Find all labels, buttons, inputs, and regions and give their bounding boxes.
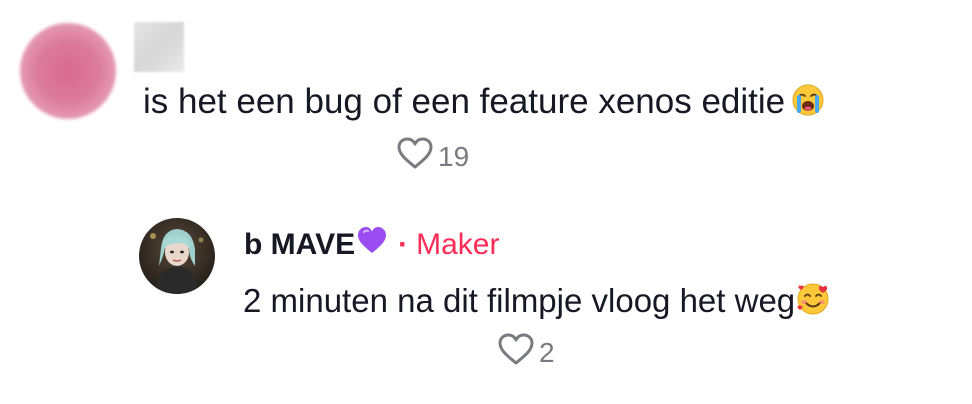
reply-body: 2 minuten na dit filmpje vloog het weg (243, 280, 831, 326)
heart-outline-icon[interactable] (497, 332, 535, 373)
purple-heart-icon (356, 225, 388, 265)
loudly-crying-face-icon (791, 83, 825, 128)
comment-like-count: 19 (438, 140, 470, 172)
reply-like-count: 2 (539, 336, 555, 368)
commenter-avatar[interactable] (20, 23, 116, 119)
comment-text: is het een bug of een feature xenos edit… (143, 82, 786, 121)
reply-text: 2 minuten na dit filmpje vloog het weg (243, 282, 796, 319)
reply-username[interactable]: b MAVE (244, 226, 355, 264)
comment-body: is het een bug of een feature xenos edit… (143, 80, 825, 128)
smiling-face-with-hearts-icon (795, 280, 831, 326)
comment-like-control[interactable]: 19 (396, 136, 469, 177)
heart-outline-icon[interactable] (396, 136, 434, 177)
header-separator: · (398, 228, 409, 261)
comment-thread: is het een bug of een feature xenos edit… (0, 0, 972, 404)
reply-like-control[interactable]: 2 (497, 332, 555, 373)
reply-header: b MAVE · Maker (244, 225, 499, 265)
creator-badge: Maker (416, 228, 500, 261)
commenter-username-redacted[interactable] (134, 22, 184, 72)
reply-author-avatar[interactable] (139, 218, 215, 294)
